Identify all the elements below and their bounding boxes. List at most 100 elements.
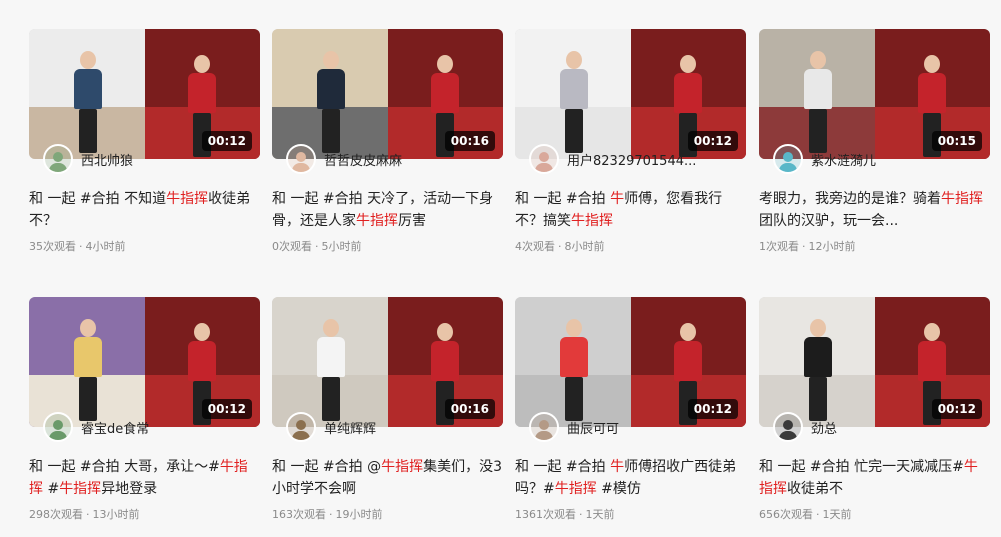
title-text: 收徒弟不 (787, 481, 843, 497)
video-meta: 1次观看 · 12小时前 (759, 238, 990, 254)
video-title[interactable]: 考眼力，我旁边的是谁？骑着牛指挥团队的汉驴，玩一会... (759, 188, 990, 232)
author-avatar[interactable] (773, 144, 803, 174)
highlight-keyword: 牛指挥 (571, 213, 613, 229)
author-row: 曲辰可可 (515, 412, 746, 442)
video-meta: 35次观看 · 4小时前 (29, 238, 260, 254)
view-count: 0次观看 (272, 240, 312, 253)
author-avatar[interactable] (43, 412, 73, 442)
title-text: 和 一起 #合拍 (515, 191, 611, 207)
video-title[interactable]: 和 一起 #合拍 牛师傅，您看我行不？搞笑牛指挥 (515, 188, 746, 232)
author-name[interactable]: 睿宝de食常 (81, 418, 149, 437)
highlight-keyword: 牛 (610, 191, 625, 207)
author-name[interactable]: 紫水涟漪儿 (811, 150, 876, 169)
author-avatar[interactable] (286, 144, 316, 174)
video-meta: 163次观看 · 19小时前 (272, 506, 503, 522)
author-name[interactable]: 劲总 (811, 418, 837, 437)
title-text: 和 一起 #合拍 大哥，承让～# (29, 459, 220, 475)
author-avatar[interactable] (529, 144, 559, 174)
video-card[interactable]: 00:12 劲总 和 一起 #合拍 忙完一天减减压#牛指挥收徒弟不 656次观看… (759, 297, 990, 522)
video-title[interactable]: 和 一起 #合拍 忙完一天减减压#牛指挥收徒弟不 (759, 456, 990, 500)
person-figure (803, 51, 833, 155)
person-figure (73, 51, 103, 155)
person-figure (559, 319, 589, 423)
meta-separator: · (579, 508, 583, 521)
highlight-keyword: 牛指挥 (941, 191, 983, 207)
video-title[interactable]: 和 一起 #合拍 @牛指挥集美们，没3小时学不会啊 (272, 456, 503, 500)
video-card[interactable]: 00:16 单纯辉辉 和 一起 #合拍 @牛指挥集美们，没3小时学不会啊 163… (272, 297, 503, 522)
view-count: 163次观看 (272, 508, 326, 521)
author-avatar[interactable] (773, 412, 803, 442)
meta-separator: · (816, 508, 820, 521)
video-card[interactable]: 00:12 曲辰可可 和 一起 #合拍 牛师傅招收广西徒弟吗？#牛指挥 #模仿 … (515, 297, 746, 522)
post-time: 5小时前 (321, 240, 362, 253)
thumbnail-left-scene (29, 29, 145, 159)
video-thumbnail[interactable]: 00:12 (515, 297, 746, 427)
author-avatar[interactable] (286, 412, 316, 442)
video-title[interactable]: 和 一起 #合拍 大哥，承让～#牛指挥 #牛指挥异地登录 (29, 456, 260, 500)
title-text: # (43, 481, 60, 497)
person-figure (316, 51, 346, 155)
video-thumbnail[interactable]: 00:16 (272, 297, 503, 427)
thumbnail-left-scene (272, 29, 388, 159)
title-text: 团队的汉驴，玩一会... (759, 213, 899, 229)
author-name[interactable]: 用户82329701544... (567, 150, 696, 169)
video-meta: 1361次观看 · 1天前 (515, 506, 746, 522)
meta-separator: · (315, 240, 319, 253)
highlight-keyword: 牛指挥 (166, 191, 209, 207)
person-figure (73, 319, 103, 423)
video-meta: 298次观看 · 13小时前 (29, 506, 260, 522)
post-time: 19小时前 (335, 508, 383, 521)
highlight-keyword: 牛指挥 (59, 481, 102, 497)
author-row: 用户82329701544... (515, 144, 746, 174)
video-card[interactable]: 00:12 西北帅狼 和 一起 #合拍 不知道牛指挥收徒弟不？ 35次观看 · 4小… (29, 29, 260, 254)
person-figure (803, 319, 833, 423)
post-time: 1天前 (585, 508, 615, 521)
video-grid: 00:12 西北帅狼 和 一起 #合拍 不知道牛指挥收徒弟不？ 35次观看 · 4小… (0, 0, 1001, 537)
view-count: 35次观看 (29, 240, 76, 253)
author-row: 紫水涟漪儿 (759, 144, 990, 174)
meta-separator: · (802, 240, 806, 253)
meta-separator: · (79, 240, 83, 253)
video-thumbnail[interactable]: 00:12 (29, 297, 260, 427)
author-avatar[interactable] (43, 144, 73, 174)
author-name[interactable]: 西北帅狼 (81, 150, 133, 169)
meta-separator: · (86, 508, 90, 521)
video-thumbnail[interactable]: 00:15 (759, 29, 990, 159)
video-card[interactable]: 00:12 睿宝de食常 和 一起 #合拍 大哥，承让～#牛指挥 #牛指挥异地登… (29, 297, 260, 522)
author-row: 睿宝de食常 (29, 412, 260, 442)
author-name[interactable]: 单纯辉辉 (324, 418, 376, 437)
video-card[interactable]: 00:12 用户82329701544... 和 一起 #合拍 牛师傅，您看我行… (515, 29, 746, 254)
author-name[interactable]: 哲哲皮皮麻麻 (324, 150, 402, 169)
title-text: 异地登录 (101, 481, 158, 497)
author-row: 劲总 (759, 412, 990, 442)
thumbnail-left-scene (515, 29, 631, 159)
thumbnail-left-scene (759, 29, 875, 159)
author-row: 单纯辉辉 (272, 412, 503, 442)
post-time: 13小时前 (92, 508, 140, 521)
post-time: 12小时前 (808, 240, 856, 253)
video-card[interactable]: 00:16 哲哲皮皮麻麻 和 一起 #合拍 天冷了，活动一下身骨，还是人家牛指挥… (272, 29, 503, 254)
video-thumbnail[interactable]: 00:16 (272, 29, 503, 159)
video-title[interactable]: 和 一起 #合拍 牛师傅招收广西徒弟吗？#牛指挥 #模仿 (515, 456, 746, 500)
video-thumbnail[interactable]: 00:12 (759, 297, 990, 427)
title-text: 和 一起 #合拍 (515, 459, 611, 475)
highlight-keyword: 牛 (610, 459, 625, 475)
video-title[interactable]: 和 一起 #合拍 天冷了，活动一下身骨，还是人家牛指挥厉害 (272, 188, 503, 232)
video-thumbnail[interactable]: 00:12 (29, 29, 260, 159)
thumbnail-left-scene (29, 297, 145, 427)
person-figure (316, 319, 346, 423)
thumbnail-left-scene (759, 297, 875, 427)
author-name[interactable]: 曲辰可可 (567, 418, 619, 437)
title-text: 考眼力，我旁边的是谁？骑着 (759, 191, 941, 207)
highlight-keyword: 牛指挥 (381, 459, 424, 475)
video-thumbnail[interactable]: 00:12 (515, 29, 746, 159)
view-count: 298次观看 (29, 508, 83, 521)
title-text: 和 一起 #合拍 不知道 (29, 191, 167, 207)
video-title[interactable]: 和 一起 #合拍 不知道牛指挥收徒弟不？ (29, 188, 260, 232)
view-count: 4次观看 (515, 240, 555, 253)
title-text: #模仿 (596, 481, 641, 497)
video-meta: 656次观看 · 1天前 (759, 506, 990, 522)
thumbnail-left-scene (515, 297, 631, 427)
video-card[interactable]: 00:15 紫水涟漪儿 考眼力，我旁边的是谁？骑着牛指挥团队的汉驴，玩一会...… (759, 29, 990, 254)
author-avatar[interactable] (529, 412, 559, 442)
